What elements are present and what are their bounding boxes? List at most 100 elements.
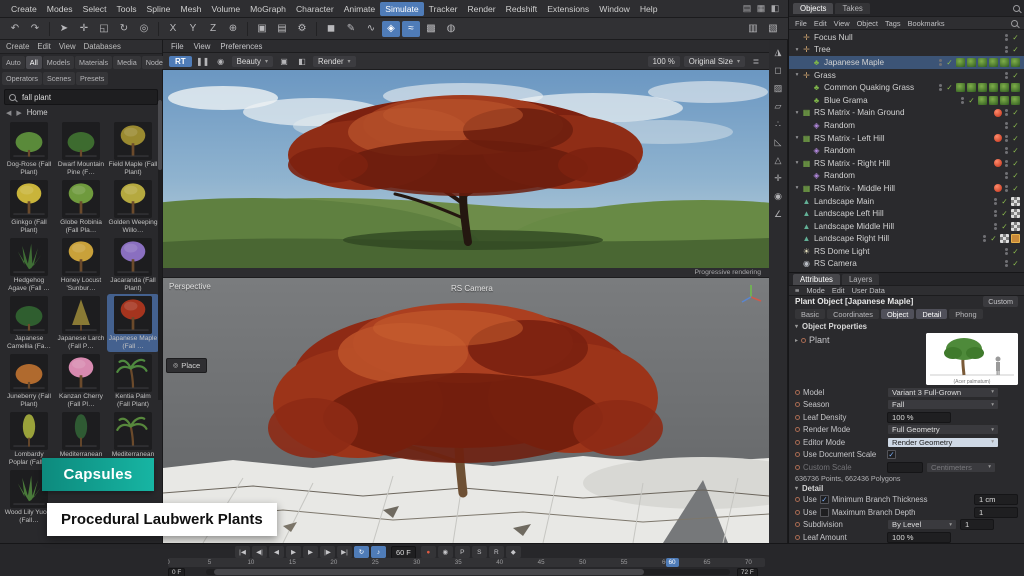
object-row-rs-camera[interactable]: ◉RS Camera✓ [789, 258, 1024, 271]
panel-tab-attributes[interactable]: Attributes [793, 274, 840, 285]
pause-icon[interactable]: ❚❚ [196, 55, 210, 68]
tab-materials[interactable]: Materials [75, 56, 112, 69]
keyframe-dot[interactable] [795, 465, 800, 470]
snap-toggle-icon[interactable]: ∠ [771, 207, 786, 221]
autokey-toggle[interactable]: ◉ [438, 546, 453, 558]
menu-window[interactable]: Window [594, 2, 635, 16]
camera-lock-icon[interactable]: ◉ [214, 55, 228, 68]
visibility-dots[interactable] [994, 223, 997, 230]
panel-tab-takes[interactable]: Takes [835, 3, 869, 14]
menu-character[interactable]: Character [291, 2, 339, 16]
asset-item-field-maple[interactable]: Field Maple (Fall Plant) [107, 120, 159, 178]
model-dropdown[interactable]: Variant 3 Full-Grown▾ [887, 387, 999, 398]
timeline-ruler[interactable]: 051015202530354045505560657060 [168, 558, 765, 567]
next-key-button[interactable]: |▶ [320, 546, 335, 558]
layout-panels-icon[interactable]: ▥ [744, 21, 762, 37]
expand-arrow-icon[interactable]: ▾ [793, 185, 801, 191]
keyframe-dot[interactable] [795, 440, 800, 445]
visibility-dots[interactable] [1005, 135, 1008, 142]
object-row-grass[interactable]: ▾✛Grass✓ [789, 69, 1024, 82]
menu-modes[interactable]: Modes [42, 2, 78, 16]
move-tool-icon[interactable]: ✛ [75, 21, 93, 37]
material-swatch[interactable] [956, 58, 965, 67]
goto-start-button[interactable]: |◀ [235, 546, 250, 558]
om-menu-tags[interactable]: Tags [885, 19, 901, 28]
tab-operators[interactable]: Operators [2, 72, 42, 85]
expand-arrow-icon[interactable]: ▾ [793, 47, 801, 53]
panel-tab-objects[interactable]: Objects [793, 3, 833, 14]
tab-scenes[interactable]: Scenes [43, 72, 75, 85]
object-row-landscape-left-hill[interactable]: ▲Landscape Left Hill✓ [789, 207, 1024, 220]
axis-y-toggle[interactable]: Y [184, 21, 202, 37]
visibility-dots[interactable] [939, 59, 942, 66]
render-menu-preferences[interactable]: Preferences [220, 42, 262, 51]
minimum-branch-thickness-checkbox[interactable]: ✓ [820, 495, 829, 504]
viewport-filter-icon[interactable]: ◉ [771, 189, 786, 203]
current-frame-field[interactable]: 60 F [391, 546, 416, 559]
material-swatch[interactable] [1011, 197, 1020, 206]
undo-icon[interactable]: ↶ [6, 21, 24, 37]
menu-extensions[interactable]: Extensions [542, 2, 594, 16]
enable-axis-icon[interactable]: ✛ [771, 171, 786, 185]
tab-models[interactable]: Models [43, 56, 74, 69]
tab-all[interactable]: All [26, 56, 42, 69]
bucket-render-icon[interactable]: ◧ [295, 55, 309, 68]
om-menu-object[interactable]: Object [857, 19, 878, 28]
asset-menu-edit[interactable]: Edit [37, 42, 50, 51]
visibility-dots[interactable] [994, 210, 997, 217]
object-row-focus-null[interactable]: ✛Focus Null✓ [789, 31, 1024, 44]
render-preview-image[interactable] [163, 70, 769, 268]
material-swatch[interactable] [978, 83, 987, 92]
plant-preview-image[interactable]: (Acer palmatum) [926, 333, 1018, 385]
tab-auto[interactable]: Auto [2, 56, 25, 69]
material-swatch[interactable] [989, 83, 998, 92]
asset-item-dwarf-mountain-pine[interactable]: Dwarf Mountain Pine (F… [55, 120, 107, 178]
object-row-random[interactable]: ◈Random✓ [789, 170, 1024, 183]
workplane-mode-icon[interactable]: ▱ [771, 99, 786, 113]
enabled-check-icon[interactable]: ✓ [1011, 33, 1020, 42]
material-swatch[interactable] [1000, 234, 1009, 243]
asset-item-ginkgo[interactable]: Ginkgo (Fall Plant) [3, 178, 55, 236]
loop-toggle[interactable]: ↻ [354, 546, 369, 558]
attr-menu-edit[interactable]: Edit [832, 286, 845, 295]
material-swatch[interactable] [1011, 58, 1020, 67]
last-tool-icon[interactable]: ◎ [135, 21, 153, 37]
zoom-field[interactable]: 100 % [648, 56, 680, 67]
object-row-landscape-middle-hill[interactable]: ▲Landscape Middle Hill✓ [789, 220, 1024, 233]
visibility-dots[interactable] [1005, 185, 1008, 192]
goto-end-button[interactable]: ▶| [337, 546, 352, 558]
render-menu-view[interactable]: View [194, 42, 211, 51]
asset-item-japanese-camellia[interactable]: Japanese Camellia (Fa… [3, 294, 55, 352]
material-swatch[interactable] [1000, 58, 1009, 67]
make-editable-icon[interactable]: ◮ [771, 45, 786, 59]
custom-interface-dropdown[interactable]: Custom [983, 296, 1018, 307]
enabled-check-icon[interactable]: ✓ [1011, 134, 1020, 143]
visibility-dots[interactable] [1005, 160, 1008, 167]
expand-arrow-icon[interactable]: ▾ [793, 160, 801, 166]
menu-help[interactable]: Help [635, 2, 663, 16]
visibility-dots[interactable] [1005, 260, 1008, 267]
range-end-field[interactable]: 72 F [737, 568, 758, 576]
keyframe-dot[interactable] [795, 510, 800, 515]
menu-create[interactable]: Create [6, 2, 42, 16]
forward-icon[interactable]: ▶ [16, 109, 21, 117]
keyframe-dot[interactable] [795, 452, 800, 457]
plant-parameter-label[interactable]: ▸ Plant [795, 333, 887, 345]
visibility-dots[interactable] [1005, 109, 1008, 116]
record-keyframe-button[interactable]: ● [421, 546, 436, 558]
place-tool-tab[interactable]: ◎ Place [166, 358, 207, 373]
asset-item-globe-robinia[interactable]: Globe Robinia (Fall Pla… [55, 178, 107, 236]
object-row-landscape-main[interactable]: ▲Landscape Main✓ [789, 195, 1024, 208]
object-row-common-quaking-grass[interactable]: ♣Common Quaking Grass✓ [789, 81, 1024, 94]
object-row-rs-matrix-middle-hill[interactable]: ▾▦RS Matrix - Middle Hill✓ [789, 182, 1024, 195]
om-menu-bookmarks[interactable]: Bookmarks [908, 19, 945, 28]
attr-menu-mode[interactable]: Mode [806, 286, 825, 295]
maximum-branch-depth-input[interactable]: 1 [974, 507, 1018, 518]
asset-item-japanese-larch[interactable]: Japanese Larch (Fall P… [55, 294, 107, 352]
asset-item-jacaranda[interactable]: Jacaranda (Fall Plant) [107, 236, 159, 294]
enabled-check-icon[interactable]: ✓ [1011, 259, 1020, 268]
keyframe-dot[interactable] [801, 338, 806, 343]
aov-dropdown[interactable]: Beauty▾ [232, 56, 273, 67]
object-row-rs-matrix-main-ground[interactable]: ▾▦RS Matrix - Main Ground✓ [789, 107, 1024, 120]
asset-item-juneberry[interactable]: Juneberry (Fall Plant) [3, 352, 55, 410]
